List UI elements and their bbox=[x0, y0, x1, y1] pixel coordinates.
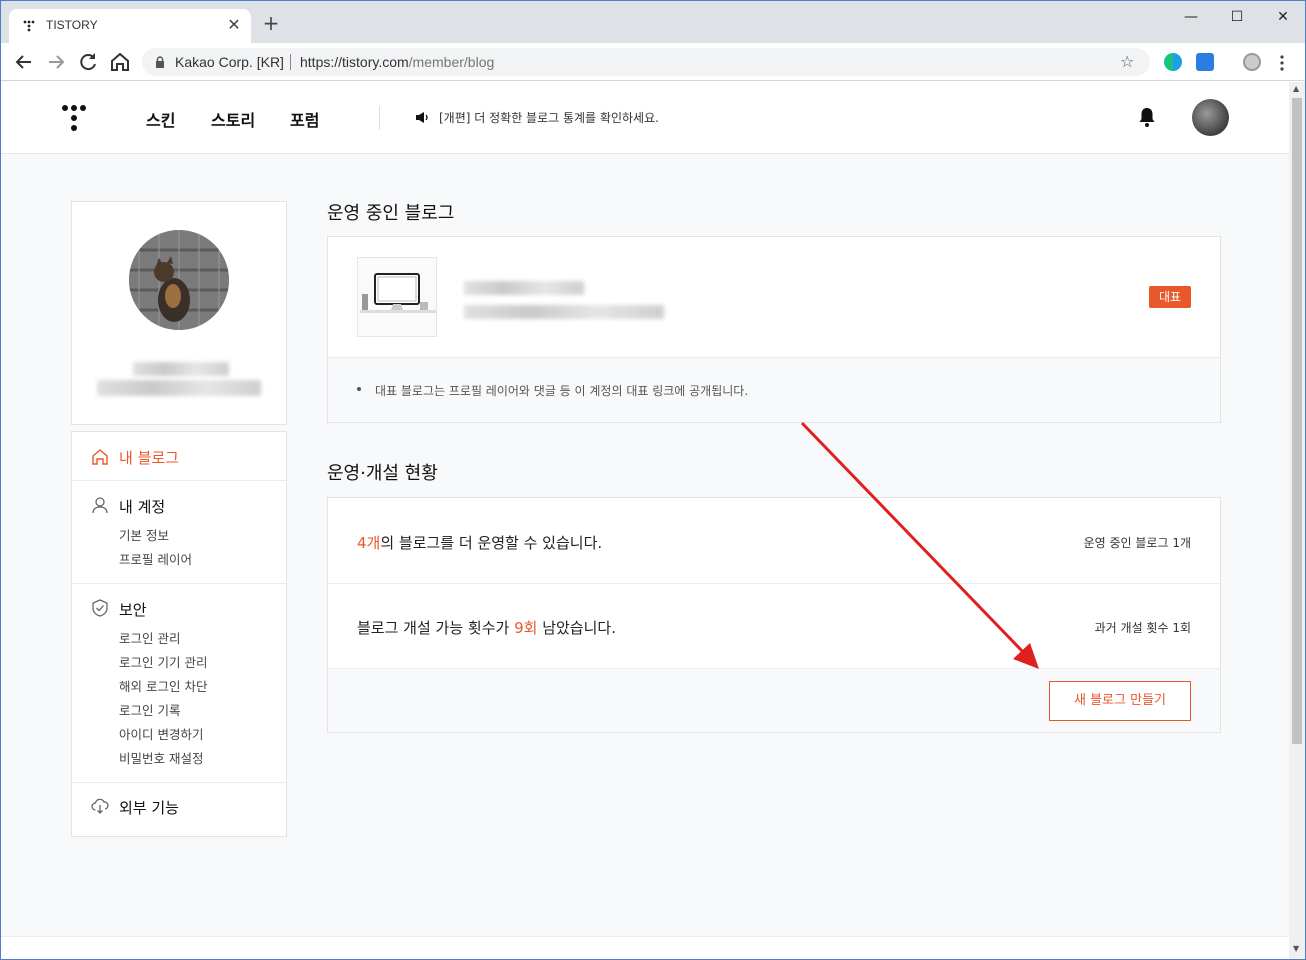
sidebar-item-overseas-block[interactable]: 해외 로그인 차단 bbox=[119, 676, 207, 695]
profile-card bbox=[71, 201, 287, 425]
menu-dots-icon[interactable] bbox=[1279, 54, 1285, 72]
origin-divider bbox=[290, 54, 291, 70]
user-avatar[interactable] bbox=[1192, 99, 1229, 136]
user-icon bbox=[91, 496, 109, 514]
representative-badge: 대표 bbox=[1149, 286, 1191, 308]
status-footer: 새 블로그 만들기 bbox=[328, 668, 1220, 732]
blurred-email bbox=[97, 380, 261, 396]
shield-icon bbox=[91, 599, 109, 617]
profile-avatar bbox=[129, 230, 229, 330]
minimize-button[interactable]: — bbox=[1168, 5, 1214, 29]
tistory-logo-icon[interactable] bbox=[61, 104, 87, 132]
cloud-download-icon bbox=[91, 797, 109, 815]
speaker-icon bbox=[415, 111, 429, 124]
bookmark-star-icon[interactable]: ☆ bbox=[1120, 52, 1134, 71]
header-notice-link[interactable]: [개편] 더 정확한 블로그 통계를 확인하세요. bbox=[439, 109, 659, 126]
active-blogs-title: 운영 중인 블로그 bbox=[327, 199, 454, 225]
sidebar-item-my-blog[interactable]: 내 블로그 bbox=[119, 447, 179, 468]
menu-section-account: 내 계정 기본 정보 프로필 레이어 bbox=[72, 481, 286, 584]
sidebar-item-change-id[interactable]: 아이디 변경하기 bbox=[119, 724, 203, 743]
extension-check-icon[interactable] bbox=[1196, 53, 1214, 71]
address-bar[interactable]: Kakao Corp. [KR] https://tistory.com/mem… bbox=[142, 48, 1150, 76]
cat-photo-icon bbox=[129, 230, 229, 330]
sidebar-item-login-manage[interactable]: 로그인 관리 bbox=[119, 628, 180, 647]
page-content: 스킨 스토리 포럼 [개편] 더 정확한 블로그 통계를 확인하세요. bbox=[1, 82, 1289, 959]
bullet-icon bbox=[357, 387, 361, 391]
nav-forum[interactable]: 포럼 bbox=[290, 107, 319, 131]
blurred-nickname bbox=[133, 362, 229, 376]
page-scrollbar[interactable]: ▲ ▼ bbox=[1289, 82, 1305, 959]
browser-tab[interactable]: TISTORY ✕ bbox=[9, 9, 251, 43]
menu-section-external: 외부 기능 bbox=[72, 783, 286, 836]
scroll-thumb[interactable] bbox=[1292, 98, 1302, 744]
tab-close-icon[interactable]: ✕ bbox=[225, 16, 243, 34]
lock-icon bbox=[155, 56, 165, 68]
sidebar-item-login-devices[interactable]: 로그인 기기 관리 bbox=[119, 652, 207, 671]
active-blog-count: 운영 중인 블로그 1개 bbox=[1084, 534, 1191, 551]
blog-notice-text: 대표 블로그는 프로필 레이어와 댓글 등 이 계정의 대표 링크에 공개됩니다… bbox=[375, 382, 748, 399]
active-blogs-card: 대표 대표 블로그는 프로필 레이어와 댓글 등 이 계정의 대표 링크에 공개… bbox=[327, 236, 1221, 423]
remaining-creations-text: 블로그 개설 가능 횟수가 9회 남았습니다. bbox=[357, 617, 616, 638]
home-icon[interactable] bbox=[108, 50, 132, 74]
page-footer-strip bbox=[1, 936, 1289, 959]
sidebar-item-basic-info[interactable]: 기본 정보 bbox=[119, 525, 169, 544]
menu-section-security: 보안 로그인 관리 로그인 기기 관리 해외 로그인 차단 로그인 기록 아이디… bbox=[72, 584, 286, 783]
profile-icon[interactable] bbox=[1243, 53, 1261, 71]
status-title: 운영·개설 현황 bbox=[327, 459, 438, 485]
reload-icon[interactable] bbox=[76, 50, 100, 74]
close-window-button[interactable]: ✕ bbox=[1260, 5, 1306, 29]
monitor-image-icon bbox=[358, 258, 438, 338]
blurred-blog-name bbox=[464, 281, 584, 295]
sidebar-item-login-history[interactable]: 로그인 기록 bbox=[119, 700, 180, 719]
create-blog-button[interactable]: 새 블로그 만들기 bbox=[1049, 681, 1191, 721]
nav-story[interactable]: 스토리 bbox=[211, 107, 255, 131]
sidebar-item-reset-password[interactable]: 비밀번호 재설정 bbox=[119, 748, 203, 767]
tab-strip: TISTORY ✕ + — ☐ ✕ bbox=[1, 1, 1305, 43]
forward-arrow-icon[interactable] bbox=[44, 50, 68, 74]
sidebar-item-security[interactable]: 보안 bbox=[119, 599, 147, 620]
tab-title: TISTORY bbox=[46, 18, 98, 32]
menu-section-my-blog: 내 블로그 bbox=[72, 432, 286, 481]
extension-icon[interactable] bbox=[1164, 53, 1182, 71]
blog-thumbnail[interactable] bbox=[357, 257, 437, 337]
scroll-down-icon[interactable]: ▼ bbox=[1293, 944, 1299, 953]
site-origin: Kakao Corp. [KR] bbox=[175, 54, 284, 70]
browser-window: TISTORY ✕ + — ☐ ✕ Kakao Corp. [KR] https… bbox=[0, 0, 1306, 960]
past-creation-count: 과거 개설 횟수 1회 bbox=[1095, 619, 1191, 636]
scroll-up-icon[interactable]: ▲ bbox=[1293, 84, 1299, 93]
back-arrow-icon[interactable] bbox=[12, 50, 36, 74]
sidebar-item-account[interactable]: 내 계정 bbox=[119, 496, 165, 517]
nav-skin[interactable]: 스킨 bbox=[146, 107, 175, 131]
sidebar-menu: 내 블로그 내 계정 기본 정보 프로필 레이어 보안 로그인 관리 로그인 기… bbox=[71, 431, 287, 837]
header-divider bbox=[379, 106, 380, 130]
browser-toolbar: Kakao Corp. [KR] https://tistory.com/mem… bbox=[1, 43, 1305, 81]
row-divider bbox=[328, 583, 1220, 584]
sidebar-item-profile-layer[interactable]: 프로필 레이어 bbox=[119, 549, 192, 568]
status-card: 4개의 블로그를 더 운영할 수 있습니다. 운영 중인 블로그 1개 블로그 … bbox=[327, 497, 1221, 733]
bell-icon[interactable] bbox=[1138, 107, 1156, 127]
remaining-blogs-text: 4개의 블로그를 더 운영할 수 있습니다. bbox=[357, 532, 602, 553]
tistory-favicon-icon bbox=[23, 20, 35, 32]
home-icon bbox=[91, 448, 109, 466]
maximize-button[interactable]: ☐ bbox=[1214, 5, 1260, 29]
url-text[interactable]: https://tistory.com/member/blog bbox=[300, 54, 494, 70]
site-header: 스킨 스토리 포럼 [개편] 더 정확한 블로그 통계를 확인하세요. bbox=[1, 82, 1289, 154]
sidebar-item-external[interactable]: 외부 기능 bbox=[119, 797, 179, 818]
new-tab-button[interactable]: + bbox=[261, 13, 281, 33]
blurred-blog-url bbox=[464, 305, 664, 319]
blog-notice-area: 대표 블로그는 프로필 레이어와 댓글 등 이 계정의 대표 링크에 공개됩니다… bbox=[328, 357, 1220, 422]
